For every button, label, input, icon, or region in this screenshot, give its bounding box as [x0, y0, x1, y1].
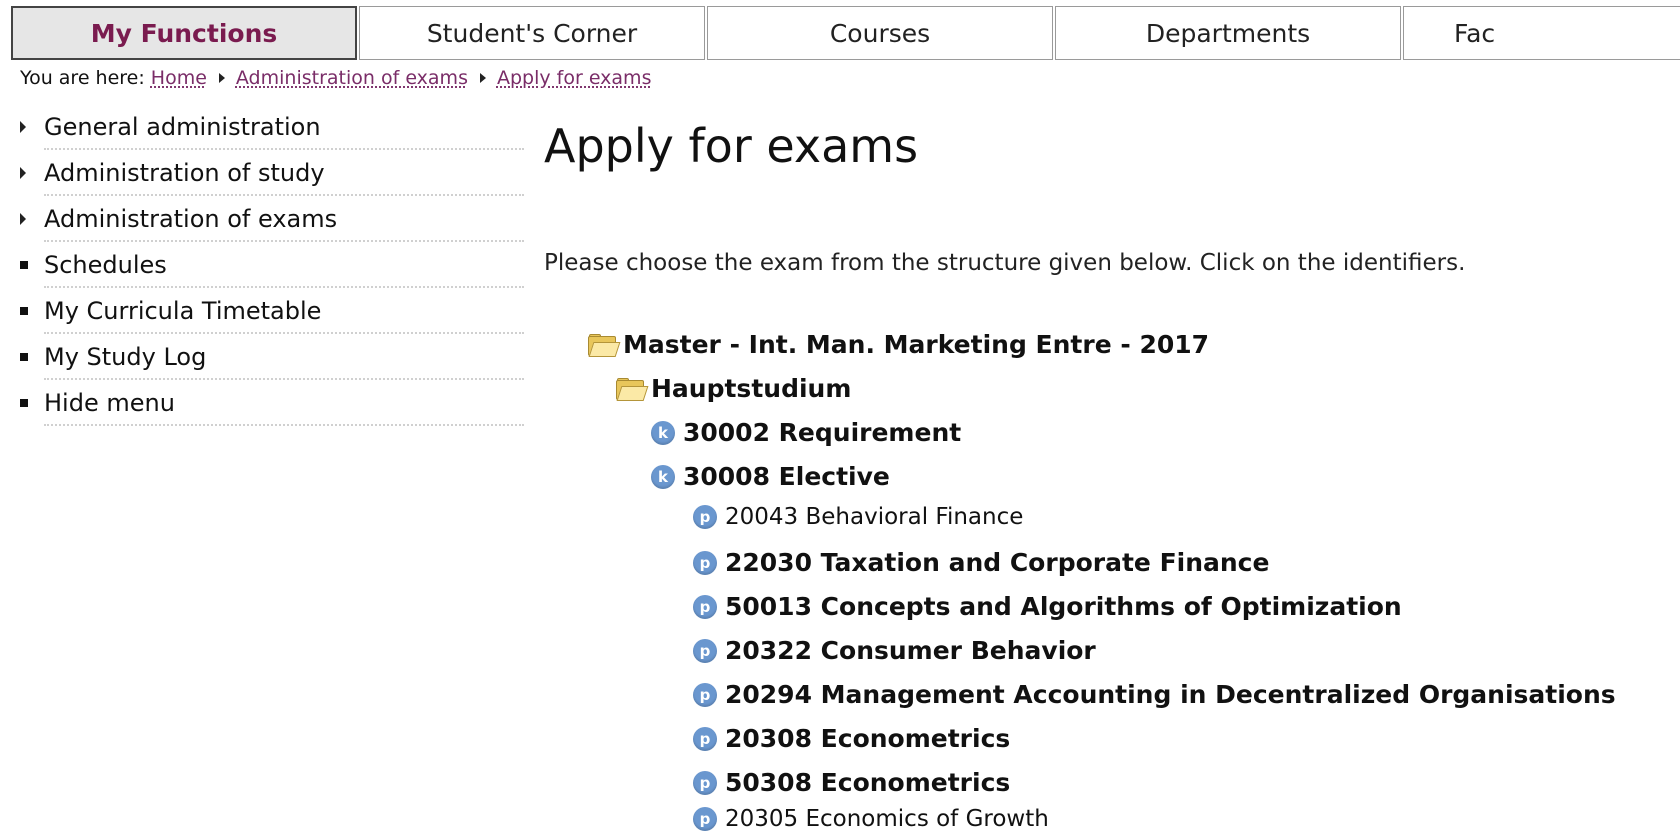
- tree-node-label: 20294 Management Accounting in Decentral…: [725, 680, 1616, 709]
- triangle-right-icon: [18, 117, 44, 137]
- sidebar-menu: General administration Administration of…: [18, 104, 524, 426]
- sidebar-item-my-curricula-timetable[interactable]: My Curricula Timetable: [18, 288, 524, 334]
- square-bullet-icon: [18, 393, 44, 413]
- p-circle-icon: p: [693, 505, 717, 529]
- sidebar-item-label: Schedules: [44, 251, 167, 279]
- tab-courses[interactable]: Courses: [707, 6, 1053, 60]
- p-circle-icon: p: [693, 550, 717, 575]
- breadcrumb-apply-for-exams-link[interactable]: Apply for exams: [497, 67, 652, 89]
- main-content: Apply for exams Please choose the exam f…: [544, 106, 1664, 832]
- tree-node-exam[interactable]: p 50308 Econometrics: [693, 768, 1010, 797]
- folder-icon: [588, 333, 621, 357]
- square-bullet-icon: [18, 347, 44, 367]
- tab-my-functions[interactable]: My Functions: [11, 6, 357, 60]
- breadcrumb-home-link[interactable]: Home: [151, 67, 207, 89]
- breadcrumb: You are here: Home Administration of exa…: [20, 64, 651, 92]
- tree-node-elective[interactable]: k 30008 Elective: [651, 462, 890, 491]
- p-circle-icon: p: [693, 594, 717, 619]
- sidebar-item-administration-of-study[interactable]: Administration of study: [18, 150, 524, 196]
- tree-node-label: 30002 Requirement: [683, 418, 962, 447]
- sidebar-item-hide-menu[interactable]: Hide menu: [18, 380, 524, 426]
- tree-node-exam[interactable]: p 20043 Behavioral Finance: [693, 504, 1023, 530]
- sidebar-item-general-administration[interactable]: General administration: [18, 104, 524, 150]
- triangle-right-icon: [18, 163, 44, 183]
- breadcrumb-separator-icon: [479, 73, 486, 83]
- tree-node-program[interactable]: Master - Int. Man. Marketing Entre - 201…: [588, 330, 1209, 359]
- tree-node-exam[interactable]: p 22030 Taxation and Corporate Finance: [693, 548, 1269, 577]
- sidebar-item-administration-of-exams[interactable]: Administration of exams: [18, 196, 524, 242]
- folder-icon: [616, 377, 649, 401]
- sidebar-item-label: Hide menu: [44, 389, 175, 417]
- sidebar-item-label: My Curricula Timetable: [44, 297, 322, 325]
- tree-node-label: 50308 Econometrics: [725, 768, 1011, 797]
- tree-node-label: Master - Int. Man. Marketing Entre - 201…: [623, 330, 1210, 359]
- sidebar-item-label: General administration: [44, 113, 321, 141]
- tree-node-exam[interactable]: p 20305 Economics of Growth: [693, 806, 1049, 832]
- p-circle-icon: p: [693, 638, 717, 663]
- tree-node-label: 20322 Consumer Behavior: [725, 636, 1096, 665]
- breadcrumb-separator-icon: [218, 73, 225, 83]
- sidebar-item-label: Administration of study: [44, 159, 325, 187]
- tab-label: My Functions: [90, 18, 278, 48]
- sidebar-item-label: My Study Log: [44, 343, 207, 371]
- tree-node-label: 22030 Taxation and Corporate Finance: [725, 548, 1270, 577]
- tree-node-exam[interactable]: p 20322 Consumer Behavior: [693, 636, 1096, 665]
- tree-node-exam[interactable]: p 20294 Management Accounting in Decentr…: [693, 680, 1616, 709]
- breadcrumb-administration-of-exams-link[interactable]: Administration of exams: [236, 67, 468, 89]
- page-title: Apply for exams: [544, 119, 919, 173]
- tab-label: Fac: [1454, 18, 1496, 48]
- square-bullet-icon: [18, 255, 44, 275]
- tree-node-label: Hauptstudium: [651, 374, 852, 403]
- tree-node-label: 20308 Econometrics: [725, 724, 1011, 753]
- k-circle-icon: k: [651, 464, 675, 489]
- breadcrumb-prefix: You are here:: [20, 67, 145, 89]
- sidebar-item-my-study-log[interactable]: My Study Log: [18, 334, 524, 380]
- tab-faculty[interactable]: Fac: [1403, 6, 1680, 60]
- tree-node-exam[interactable]: p 50013 Concepts and Algorithms of Optim…: [693, 592, 1402, 621]
- tree-node-exam[interactable]: p 20308 Econometrics: [693, 724, 1010, 753]
- k-circle-icon: k: [651, 420, 675, 445]
- p-circle-icon: p: [693, 726, 717, 751]
- top-navigation: My Functions Student's Corner Courses De…: [11, 6, 1680, 62]
- tree-node-label: 20043 Behavioral Finance: [725, 504, 1024, 530]
- tree-node-hauptstudium[interactable]: Hauptstudium: [616, 374, 851, 403]
- tab-students-corner[interactable]: Student's Corner: [359, 6, 705, 60]
- tree-node-requirement[interactable]: k 30002 Requirement: [651, 418, 961, 447]
- tab-label: Courses: [829, 18, 931, 48]
- sidebar-item-schedules[interactable]: Schedules: [18, 242, 524, 288]
- sidebar-item-label: Administration of exams: [44, 205, 338, 233]
- triangle-right-icon: [18, 209, 44, 229]
- p-circle-icon: p: [693, 682, 717, 707]
- tab-label: Student's Corner: [426, 18, 638, 48]
- intro-text: Please choose the exam from the structur…: [544, 250, 1466, 276]
- p-circle-icon: p: [693, 807, 717, 831]
- tree-node-label: 30008 Elective: [683, 462, 890, 491]
- tree-node-label: 20305 Economics of Growth: [725, 806, 1049, 832]
- tab-label: Departments: [1145, 18, 1311, 48]
- p-circle-icon: p: [693, 770, 717, 795]
- tree-node-label: 50013 Concepts and Algorithms of Optimiz…: [725, 592, 1402, 621]
- tab-departments[interactable]: Departments: [1055, 6, 1401, 60]
- square-bullet-icon: [18, 301, 44, 321]
